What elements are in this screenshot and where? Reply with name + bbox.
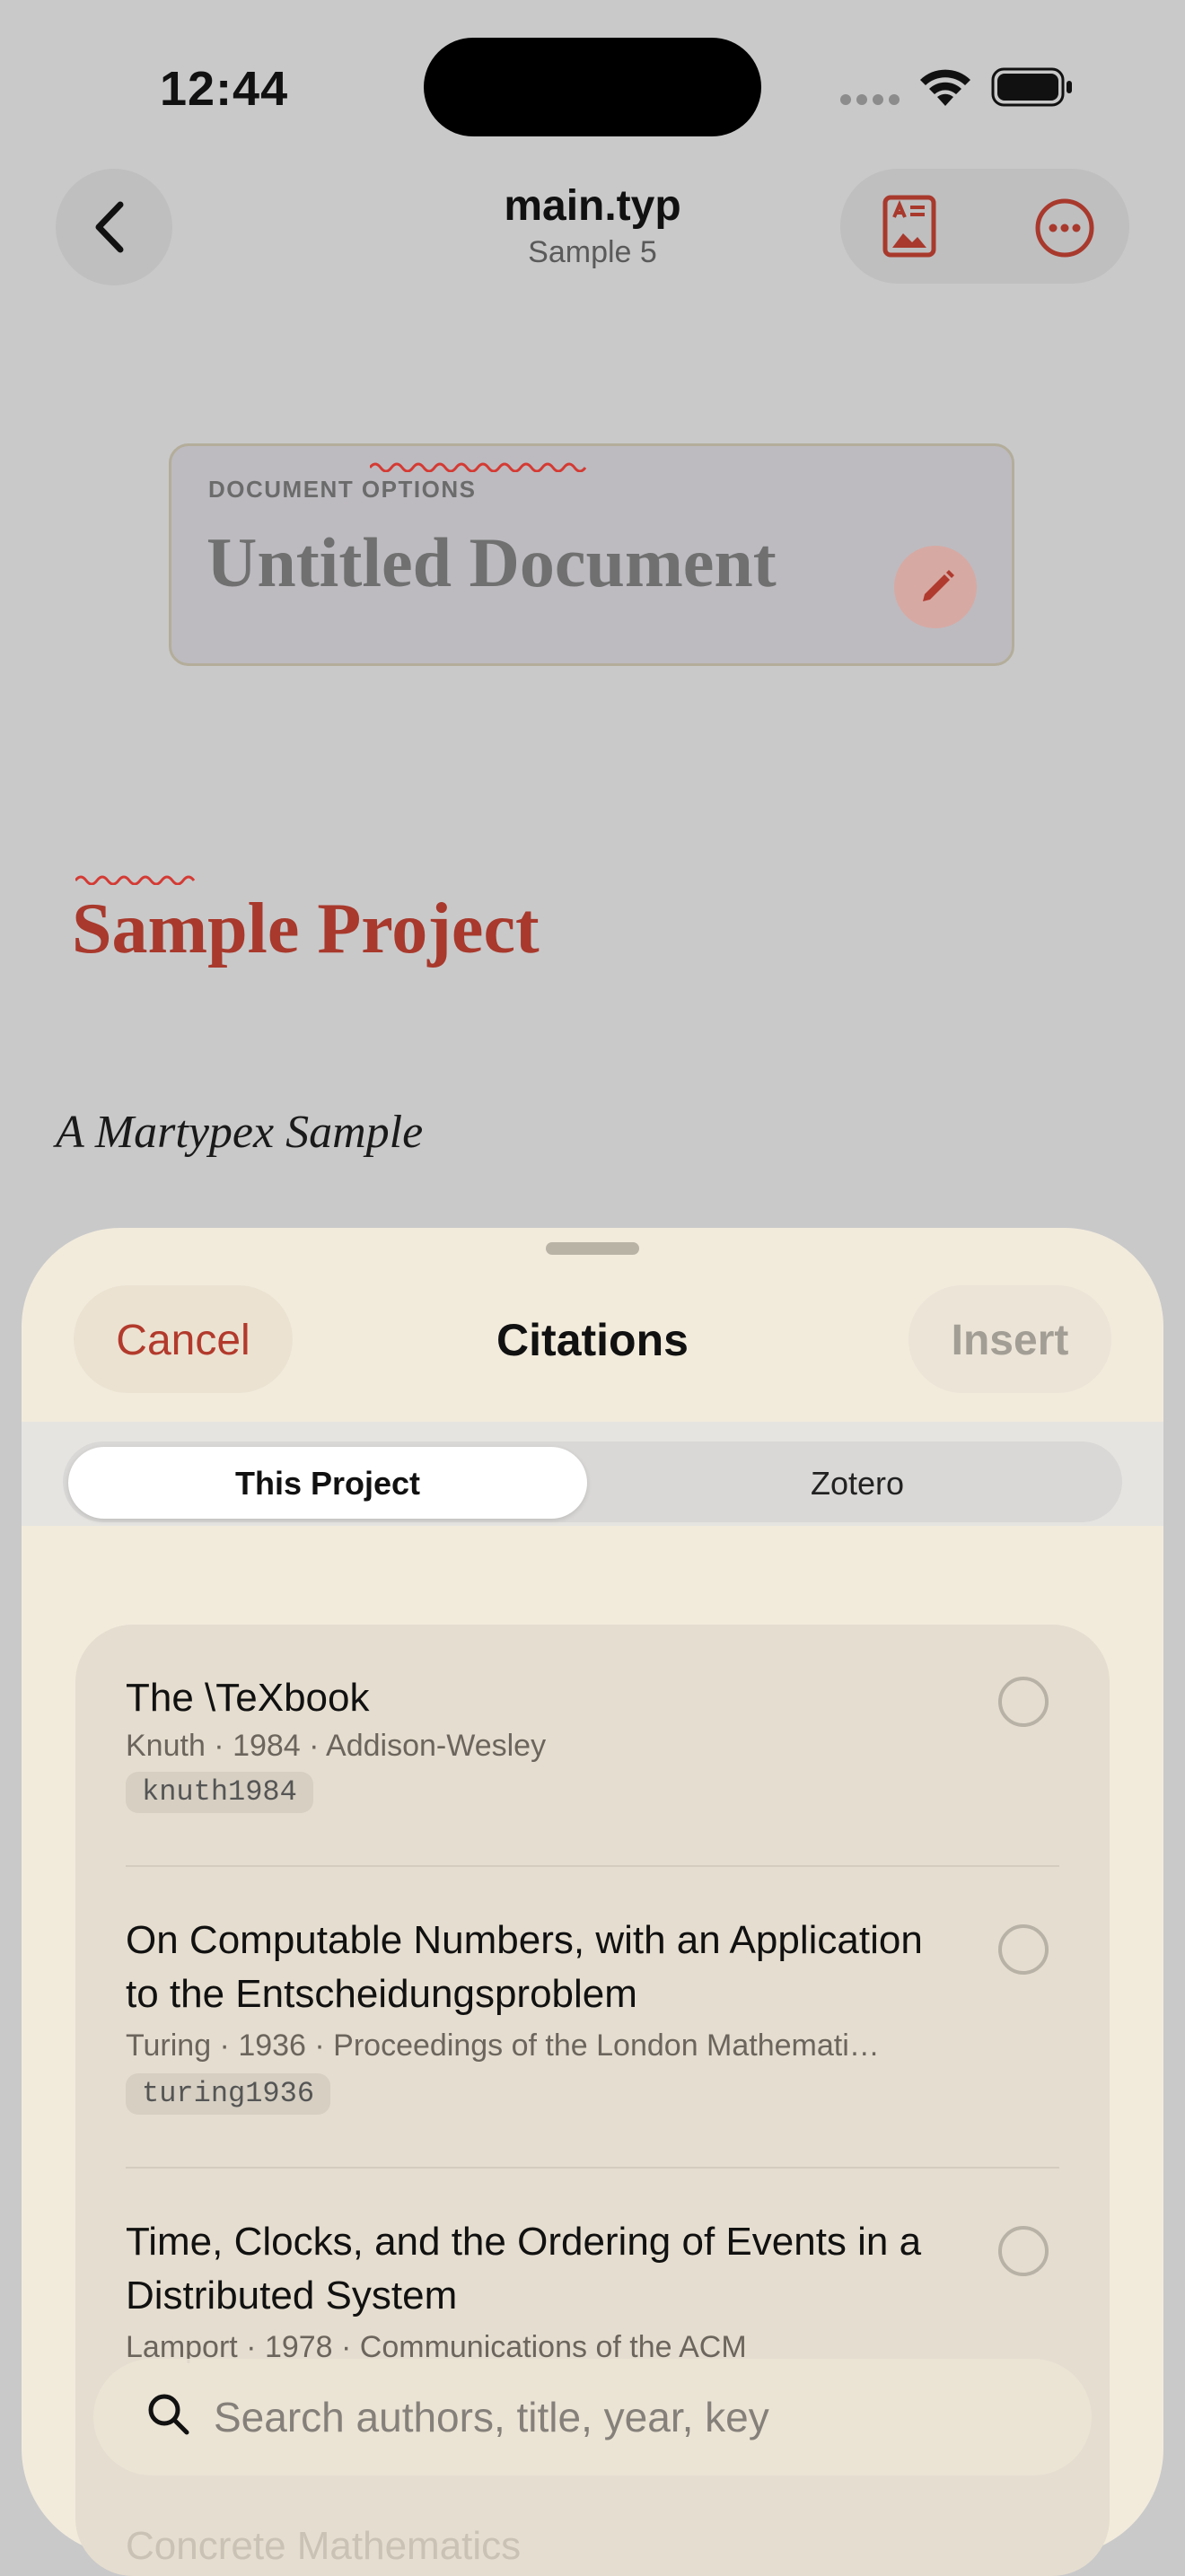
citation-select-radio[interactable]	[998, 1677, 1049, 1727]
pencil-icon	[923, 570, 954, 601]
search-icon	[148, 2394, 189, 2435]
citation-title: On Computable Numbers, with an Applicati…	[126, 1918, 923, 2016]
citation-key: turing1936	[126, 2073, 331, 2115]
insert-button[interactable]: Insert	[908, 1285, 1111, 1393]
project-title: Sample Project	[72, 889, 540, 968]
citation-select-radio[interactable]	[998, 2226, 1049, 2276]
citation-title: The \TeXbook	[126, 1676, 370, 1720]
citation-select-radio[interactable]	[998, 1924, 1049, 1975]
search-input[interactable]: Search authors, title, year, key	[214, 2393, 769, 2441]
dynamic-island	[424, 38, 761, 136]
spellcheck-underline	[75, 875, 196, 885]
document-options-label: DOCUMENT OPTIONS	[208, 476, 477, 503]
citation-title-partial: Concrete Mathematics	[126, 2524, 522, 2568]
insert-label: Insert	[951, 1317, 1069, 1364]
spellcheck-underline	[370, 462, 587, 472]
status-time: 12:44	[160, 62, 289, 116]
row-divider	[126, 2167, 1059, 2169]
citation-meta: Knuth · 1984 · Addison-Wesley	[126, 1729, 547, 1763]
cellular-signal-icon	[840, 93, 900, 105]
citation-meta: Turing · 1936 · Proceedings of the Londo…	[126, 2028, 880, 2063]
citation-title: Time, Clocks, and the Ordering of Events…	[126, 2220, 922, 2318]
document-preview-icon[interactable]	[882, 194, 937, 258]
project-subtitle: A Martypex Sample	[56, 1107, 424, 1158]
document-title: Untitled Document	[206, 523, 777, 601]
edit-document-button[interactable]	[894, 546, 977, 628]
sheet-grabber[interactable]	[546, 1242, 639, 1255]
segment-this-project-label[interactable]: This Project	[68, 1465, 587, 1503]
segment-zotero[interactable]: Zotero	[592, 1465, 1122, 1503]
more-options-icon[interactable]	[1034, 197, 1095, 258]
battery-icon	[991, 67, 1072, 107]
row-divider	[126, 1865, 1059, 1867]
citation-key: knuth1984	[126, 1772, 313, 1813]
wifi-icon	[920, 69, 970, 106]
